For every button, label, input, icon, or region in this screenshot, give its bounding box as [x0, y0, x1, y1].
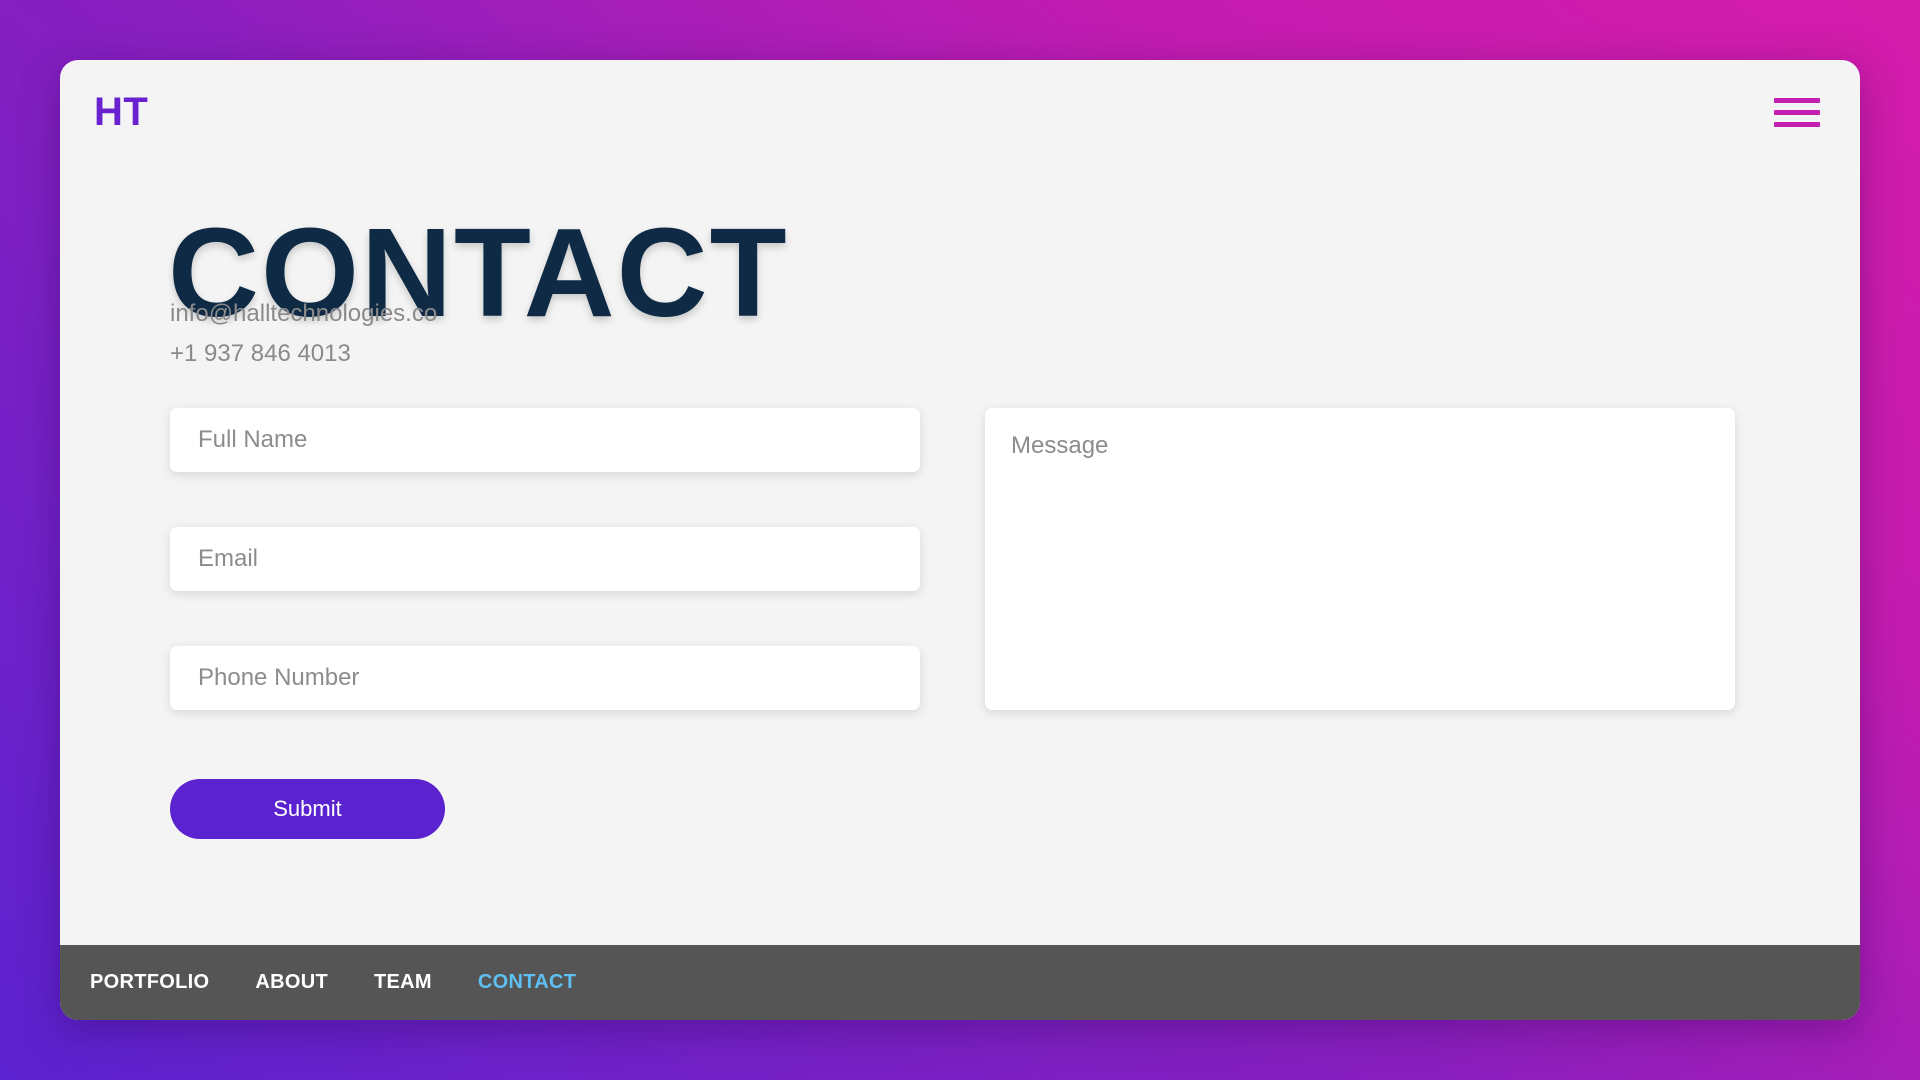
message-textarea[interactable]	[985, 408, 1735, 710]
full-name-input[interactable]	[170, 408, 920, 472]
nav-link-about[interactable]: ABOUT	[255, 971, 328, 994]
nav-link-team[interactable]: TEAM	[374, 971, 432, 994]
contact-email[interactable]: info@halltechnologies.co	[170, 300, 437, 328]
submit-button[interactable]: Submit	[170, 779, 445, 839]
contact-card: HT CONTACT info@halltechnologies.co +1 9…	[60, 60, 1860, 1020]
contact-phone[interactable]: +1 937 846 4013	[170, 340, 351, 368]
menu-line	[1774, 122, 1820, 127]
nav-link-contact[interactable]: CONTACT	[478, 971, 576, 994]
menu-line	[1774, 98, 1820, 103]
menu-line	[1774, 110, 1820, 115]
hamburger-menu-icon[interactable]	[1774, 98, 1820, 132]
nav-link-portfolio[interactable]: PORTFOLIO	[90, 971, 209, 994]
phone-number-input[interactable]	[170, 646, 920, 710]
email-input[interactable]	[170, 527, 920, 591]
logo[interactable]: HT	[94, 90, 148, 135]
footer-nav: PORTFOLIO ABOUT TEAM CONTACT	[60, 945, 1860, 1020]
